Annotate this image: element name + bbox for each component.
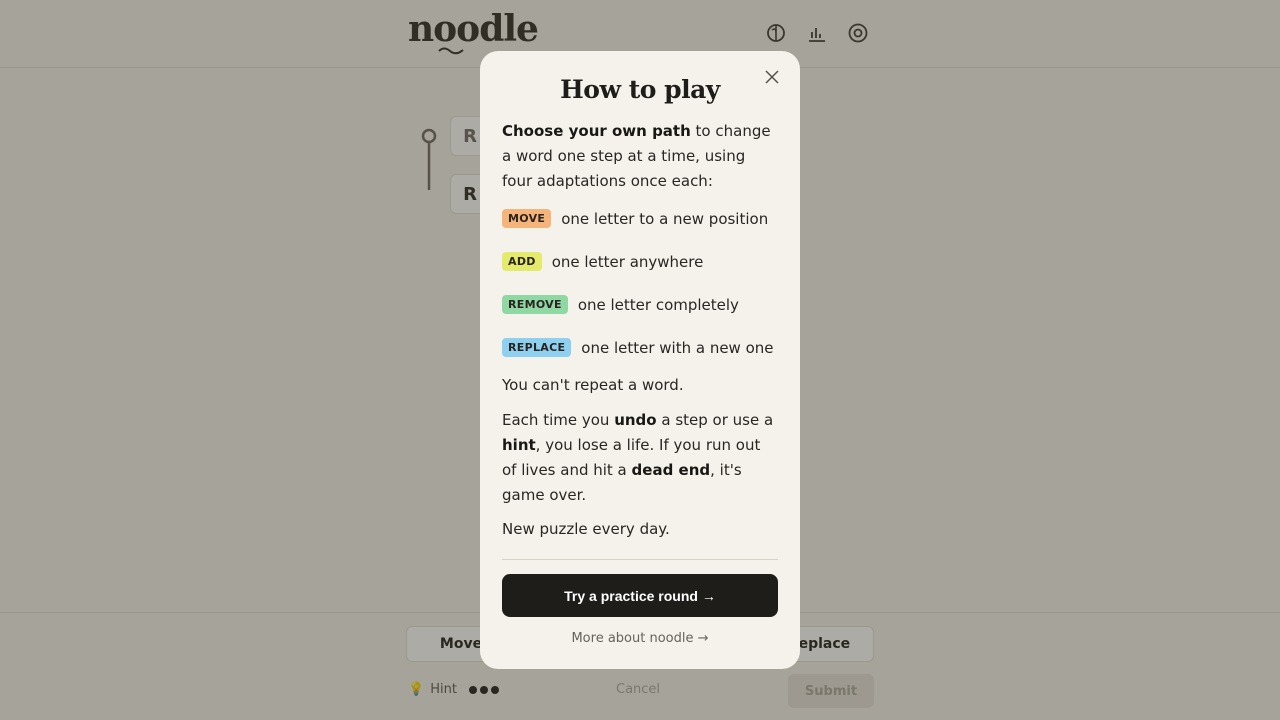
rule-text: one letter anywhere <box>551 252 704 271</box>
practice-round-button[interactable]: Try a practice round → <box>502 574 778 617</box>
more-about-link[interactable]: More about noodle → <box>480 631 800 646</box>
text-span: a step or use a <box>656 411 774 429</box>
intro-text: Choose your own path to change a word on… <box>502 119 778 194</box>
dead-end-bold: dead end <box>631 461 711 479</box>
remove-tag: REMOVE <box>502 295 568 314</box>
rule-replace: REPLACE one letter with a new one <box>502 338 774 357</box>
rule-move: MOVE one letter to a new position <box>502 209 768 228</box>
repeat-rule-text: You can't repeat a word. <box>502 376 684 394</box>
text-span: Each time you <box>502 411 615 429</box>
replace-tag: REPLACE <box>502 338 572 357</box>
rule-text: one letter to a new position <box>561 209 769 228</box>
undo-bold: undo <box>614 411 657 429</box>
dialog-title: How to play <box>560 75 720 104</box>
add-tag: ADD <box>502 252 542 271</box>
rule-remove: REMOVE one letter completely <box>502 295 739 314</box>
divider <box>502 559 778 560</box>
daily-text: New puzzle every day. <box>502 520 670 538</box>
hint-bold: hint <box>502 436 536 454</box>
rule-text: one letter completely <box>577 295 739 314</box>
move-tag: MOVE <box>502 209 552 228</box>
how-to-play-dialog: How to play Choose your own path to chan… <box>480 51 800 669</box>
intro-bold: Choose your own path <box>502 122 691 140</box>
rule-text: one letter with a new one <box>581 338 774 357</box>
rule-add: ADD one letter anywhere <box>502 252 703 271</box>
undo-rule-text: Each time you undo a step or use a hint,… <box>502 408 778 508</box>
